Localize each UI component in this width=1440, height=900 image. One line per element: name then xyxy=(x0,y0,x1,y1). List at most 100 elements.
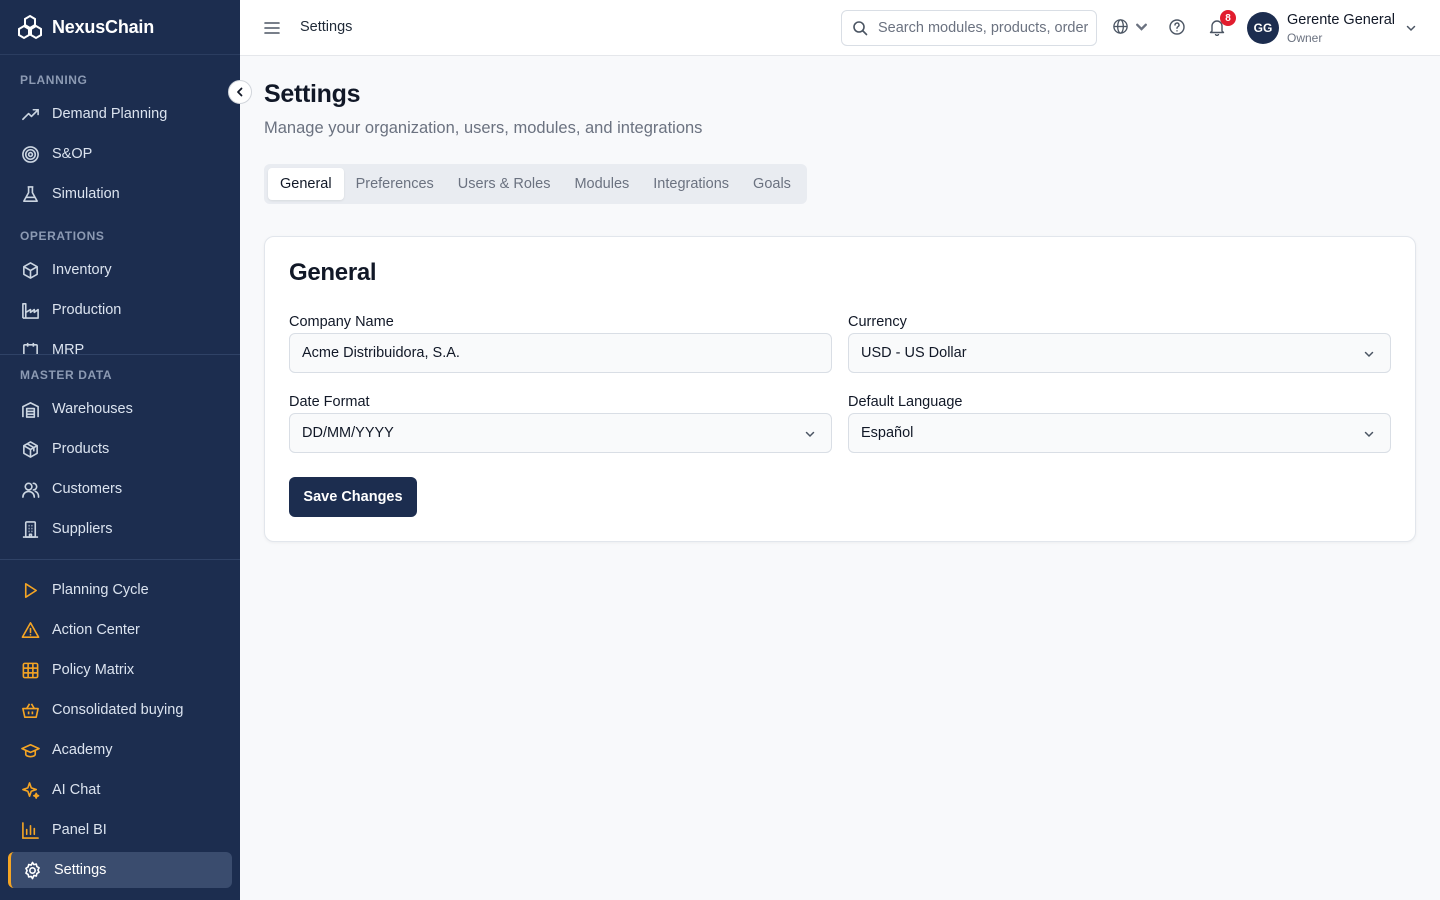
company-name-value: Acme Distribuidora, S.A. xyxy=(302,345,460,361)
sidebar-item-label: Products xyxy=(52,441,110,457)
company-name-field[interactable]: Acme Distribuidora, S.A. xyxy=(289,333,832,373)
sidebar-item-label: Inventory xyxy=(52,262,112,278)
sidebar-scroll-clip: MRP xyxy=(0,338,240,354)
sidebar-item-label: Simulation xyxy=(52,186,120,202)
warehouse-icon xyxy=(20,399,40,419)
sidebar-item-action-center[interactable]: Action Center xyxy=(8,612,232,648)
search-box[interactable] xyxy=(841,10,1097,46)
trend-icon xyxy=(20,104,40,124)
alert-icon xyxy=(20,620,40,640)
sidebar-item-products[interactable]: Products xyxy=(8,431,232,467)
date-format-select[interactable]: DD/MM/YYYY xyxy=(289,413,832,453)
sidebar-item-label: Policy Matrix xyxy=(52,662,135,678)
sidebar-item-mrp[interactable]: MRP xyxy=(8,338,232,354)
brand[interactable]: NexusChain xyxy=(0,0,240,55)
tab-integrations[interactable]: Integrations xyxy=(641,168,741,200)
tab-modules[interactable]: Modules xyxy=(562,168,641,200)
logo-icon xyxy=(18,14,42,40)
sidebar-item-inventory[interactable]: Inventory xyxy=(8,252,232,288)
sidebar-divider xyxy=(0,559,240,560)
sidebar-item-label: Demand Planning xyxy=(52,106,168,122)
chevron-down-icon xyxy=(1136,23,1147,31)
date-format-label: Date Format xyxy=(289,394,370,410)
sidebar-item-planning-cycle[interactable]: Planning Cycle xyxy=(8,572,232,608)
user-name[interactable]: Gerente General xyxy=(1287,12,1395,28)
brand-name: NexusChain xyxy=(52,16,155,37)
currency-value: USD - US Dollar xyxy=(861,345,967,361)
sidebar-item-label: Action Center xyxy=(52,622,140,638)
sidebar-item-label: Academy xyxy=(52,742,113,758)
sidebar-item-label: Consolidated buying xyxy=(52,702,184,718)
language-selector[interactable] xyxy=(1112,18,1150,35)
sidebar-item-label: Suppliers xyxy=(52,521,113,537)
tab-users-roles[interactable]: Users & Roles xyxy=(446,168,563,200)
sidebar-item-academy[interactable]: Academy xyxy=(8,732,232,768)
search-icon xyxy=(853,21,868,36)
default-language-label: Default Language xyxy=(848,394,963,410)
mrp-icon xyxy=(20,340,40,354)
page-title: Settings xyxy=(264,80,361,108)
chevron-down-icon xyxy=(1364,431,1374,438)
flask-icon xyxy=(20,184,40,204)
user-role: Owner xyxy=(1287,31,1323,45)
collapse-sidebar-button[interactable] xyxy=(228,80,252,104)
sidebar-item-production[interactable]: Production xyxy=(8,292,232,328)
factory-icon xyxy=(20,300,40,320)
section-label-master-data: MASTER DATA xyxy=(20,368,113,382)
sidebar: NexusChain PLANNING Demand Planning S&OP… xyxy=(0,0,240,900)
chevron-left-icon xyxy=(237,87,243,97)
sidebar-item-policy-matrix[interactable]: Policy Matrix xyxy=(8,652,232,688)
sidebar-item-label: AI Chat xyxy=(52,782,101,798)
bar-chart-icon xyxy=(20,820,40,840)
sidebar-item-label: MRP xyxy=(52,342,85,354)
currency-select[interactable]: USD - US Dollar xyxy=(848,333,1391,373)
section-label-planning: PLANNING xyxy=(20,73,88,87)
sidebar-item-suppliers[interactable]: Suppliers xyxy=(8,511,232,547)
sidebar-item-ai-chat[interactable]: AI Chat xyxy=(8,772,232,808)
help-icon[interactable] xyxy=(1168,18,1186,36)
chevron-down-icon xyxy=(1364,351,1374,358)
settings-tabs: General Preferences Users & Roles Module… xyxy=(264,164,807,204)
sidebar-item-demand-planning[interactable]: Demand Planning xyxy=(8,96,232,132)
chevron-down-icon[interactable] xyxy=(1404,21,1418,35)
sidebar-item-label: Planning Cycle xyxy=(52,582,149,598)
default-language-select[interactable]: Español xyxy=(848,413,1391,453)
target-icon xyxy=(20,144,40,164)
building-icon xyxy=(20,519,40,539)
currency-label: Currency xyxy=(848,314,907,330)
tab-goals[interactable]: Goals xyxy=(741,168,803,200)
general-settings-card: General Company Name Acme Distribuidora,… xyxy=(264,236,1416,542)
package-icon xyxy=(20,439,40,459)
menu-icon[interactable] xyxy=(262,18,282,38)
globe-icon xyxy=(1113,19,1128,34)
chevron-down-icon xyxy=(805,431,815,438)
sidebar-item-simulation[interactable]: Simulation xyxy=(8,176,232,212)
sidebar-item-settings[interactable]: Settings xyxy=(8,852,232,888)
notification-badge: 8 xyxy=(1220,10,1236,26)
sidebar-divider xyxy=(0,354,240,355)
section-label-operations: OPERATIONS xyxy=(20,229,105,243)
tab-general[interactable]: General xyxy=(268,168,344,200)
sparkle-icon xyxy=(20,780,40,800)
topbar-title: Settings xyxy=(300,19,353,35)
avatar[interactable]: GG xyxy=(1247,12,1279,44)
company-name-label: Company Name xyxy=(289,314,394,330)
sidebar-item-panel-bi[interactable]: Panel BI xyxy=(8,812,232,848)
save-changes-button[interactable]: Save Changes xyxy=(289,477,417,517)
sidebar-item-sop[interactable]: S&OP xyxy=(8,136,232,172)
sidebar-item-customers[interactable]: Customers xyxy=(8,471,232,507)
search-input[interactable] xyxy=(878,20,1088,36)
basket-icon xyxy=(20,700,40,720)
sidebar-item-label: Panel BI xyxy=(52,822,107,838)
default-language-value: Español xyxy=(861,425,914,441)
topbar: Settings 8 GG Gerente General Owner xyxy=(240,0,1440,56)
users-icon xyxy=(20,479,40,499)
tab-preferences[interactable]: Preferences xyxy=(344,168,446,200)
sidebar-item-label: Production xyxy=(52,302,122,318)
sidebar-item-consolidated-buying[interactable]: Consolidated buying xyxy=(8,692,232,728)
sidebar-item-warehouses[interactable]: Warehouses xyxy=(8,391,232,427)
play-icon xyxy=(20,580,40,600)
grid-icon xyxy=(20,660,40,680)
gear-icon xyxy=(22,860,42,880)
sidebar-item-label: Customers xyxy=(52,481,123,497)
